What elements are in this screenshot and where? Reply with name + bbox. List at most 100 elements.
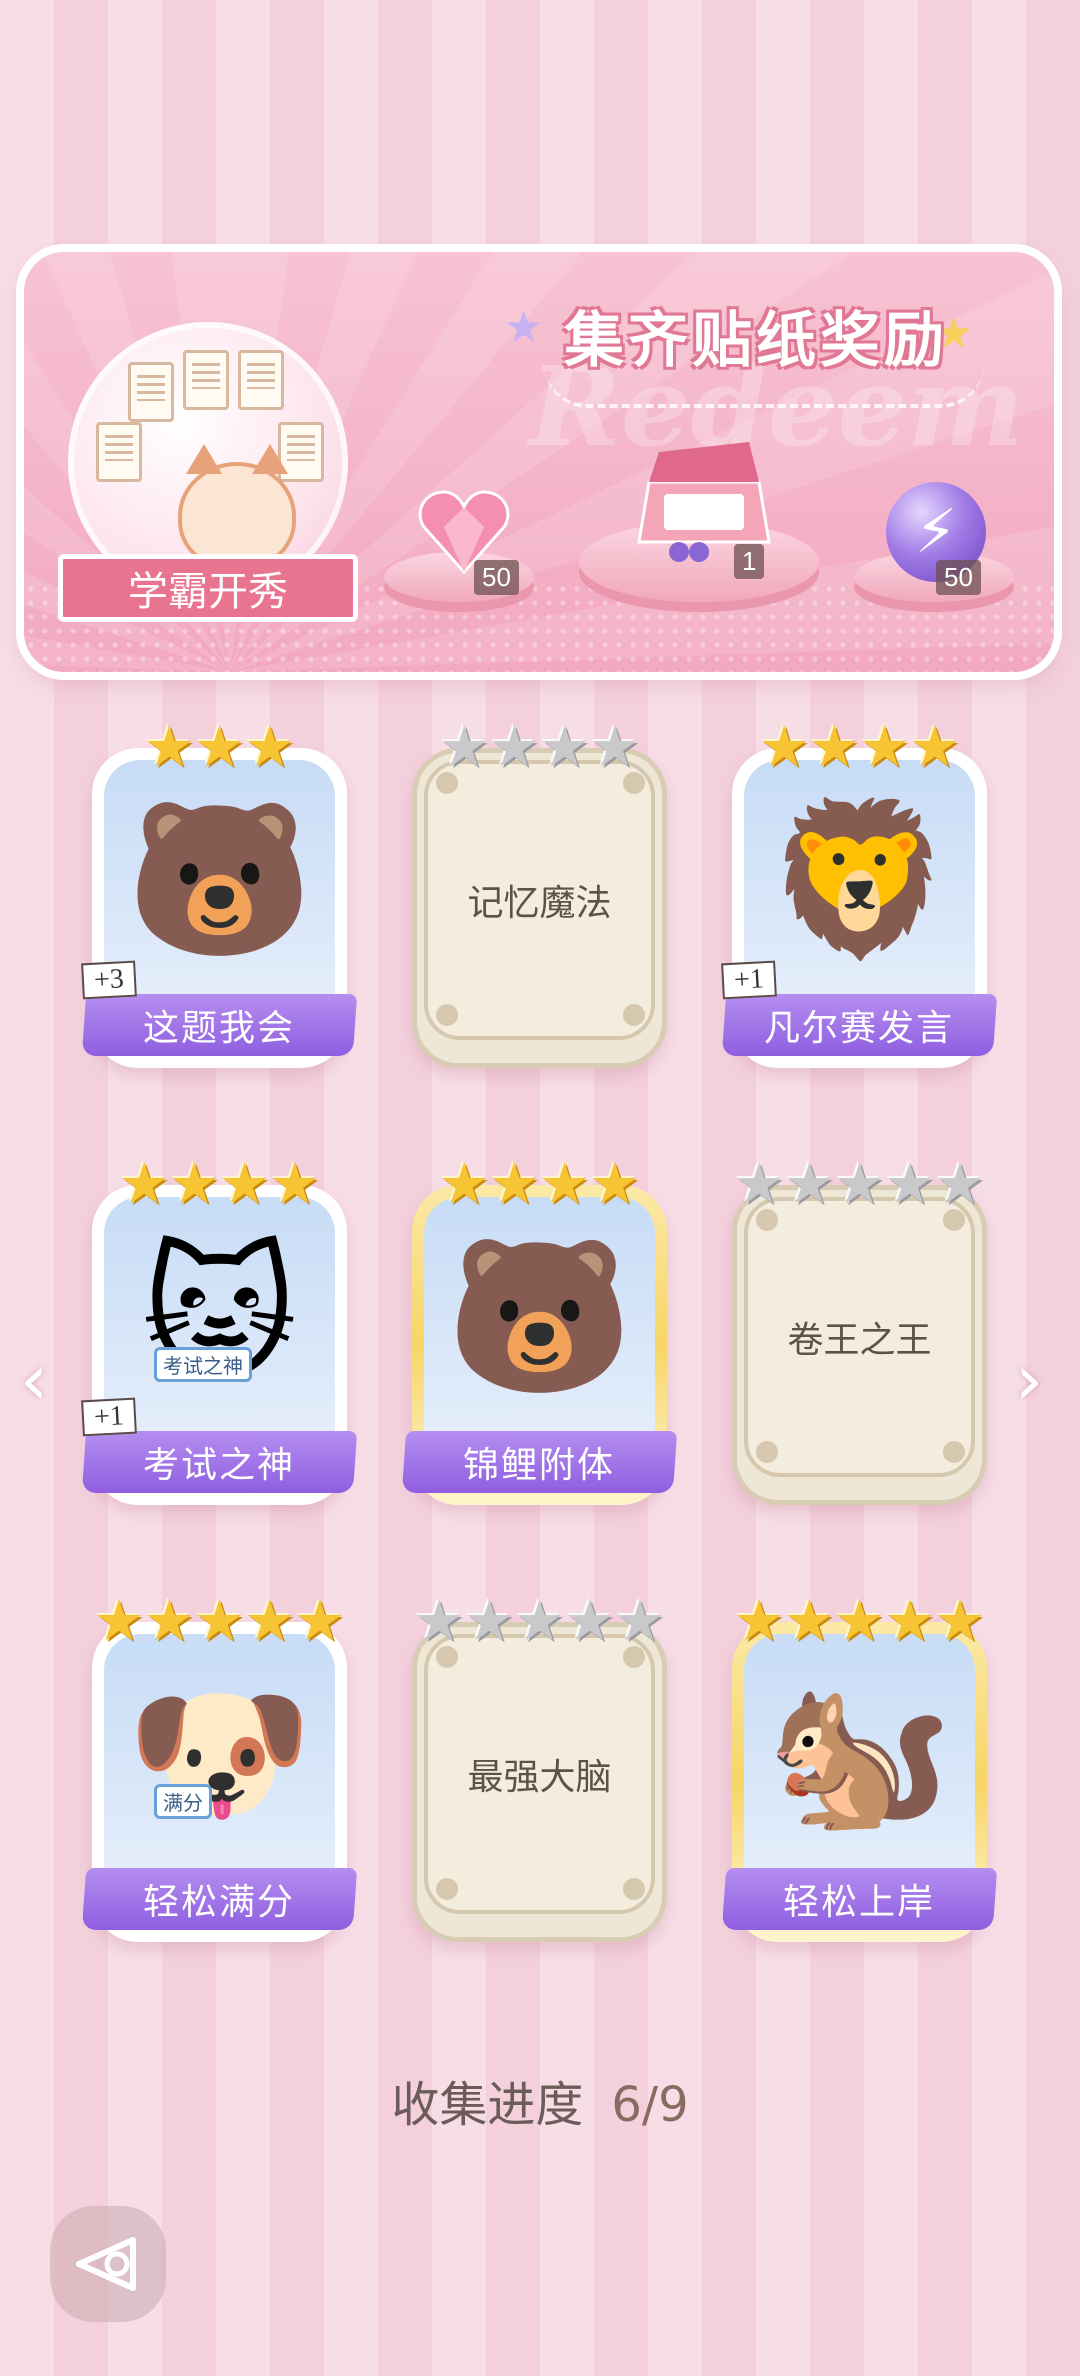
star-icon: ★ (564, 1589, 615, 1654)
sticker-card[interactable]: 🐱 考试之神 ★ ★ ★ ★ 考试之神 +1 (81, 1155, 358, 1505)
title-dashed-curve (544, 364, 984, 408)
sticker-card[interactable]: 卷王之王 ★ ★ ★ ★ ★ (732, 1155, 987, 1505)
badge-ribbon-label: 学霸开秀 (128, 570, 288, 614)
card-art: 记忆魔法 (424, 760, 655, 1040)
sticker-name-banner: 凡尔赛发言 (721, 994, 998, 1056)
star-icon: ★ (489, 715, 540, 780)
sticker-name-banner: 这题我会 (81, 994, 358, 1056)
star-icon: ★ (413, 1589, 465, 1654)
corner-ornament (436, 1004, 458, 1026)
star-rating: ★ ★ ★ ★ (92, 1155, 347, 1215)
corner-ornament (623, 1878, 645, 1900)
star-icon: ★ (834, 1152, 885, 1217)
star-icon: ★ (834, 1589, 885, 1654)
star-rating: ★ ★ ★ ★ ★ (712, 1592, 1007, 1652)
star-icon: ★ (294, 1589, 345, 1654)
sticker-sign: 满分 (154, 1784, 212, 1819)
sticker-card[interactable]: 🐶 满分 ★ ★ ★ ★ ★ 轻松满分 (81, 1592, 358, 1942)
sticker-sign: 考试之神 (154, 1347, 252, 1382)
reward-banner: Redeem ★ ★ 集齐贴纸奖励 学霸开秀 50 1 ⚡ 50 (24, 252, 1054, 672)
bear-koi-icon: 🐻 (446, 1230, 633, 1404)
star-icon: ★ (884, 1589, 935, 1654)
sticker-card[interactable]: 记忆魔法 ★ ★ ★ ★ (412, 718, 667, 1068)
star-icon: ★ (514, 1589, 565, 1654)
sticker-card[interactable]: 🐻 ★ ★ ★ ★ 锦鲤附体 (401, 1155, 678, 1505)
star-rating: ★ ★ ★ ★ (412, 718, 667, 778)
star-icon: ★ (733, 1152, 785, 1217)
star-icon: ★ (194, 715, 245, 780)
back-triangle-icon (76, 2237, 136, 2291)
locked-sticker-name: 卷王之王 (787, 1320, 932, 1360)
back-button[interactable] (50, 2206, 166, 2322)
card-art: 最强大脑 (424, 1634, 655, 1914)
star-icon: ★ (169, 1152, 220, 1217)
puppy-full-score-icon: 🐶 (126, 1667, 313, 1841)
locked-sticker-name: 最强大脑 (467, 1757, 612, 1797)
corner-ornament (436, 1878, 458, 1900)
star-rating: ★ ★ ★ (92, 718, 347, 778)
sticker-name: 凡尔赛发言 (764, 1008, 955, 1048)
sticker-name: 这题我会 (143, 1008, 296, 1048)
sticker-name: 锦鲤附体 (463, 1445, 616, 1485)
star-icon: ★ (733, 1589, 785, 1654)
star-icon: ★ (934, 1589, 985, 1654)
paper-icon (128, 362, 174, 422)
progress-label: 收集进度 (391, 2077, 584, 2133)
bear-at-desk-icon: 🐻 (126, 793, 313, 967)
sticker-name-banner: 轻松满分 (81, 1868, 358, 1930)
reward-count: 1 (734, 544, 765, 579)
chevron-right-icon[interactable]: › (1015, 1345, 1055, 1415)
sticker-card[interactable]: 🦁 ★ ★ ★ ★ 凡尔赛发言 +1 (721, 715, 998, 1068)
star-rating: ★ ★ ★ ★ ★ (712, 1155, 1007, 1215)
sticker-name: 轻松满分 (143, 1882, 296, 1922)
star-icon: ★ (809, 715, 860, 780)
sticker-name: 轻松上岸 (783, 1882, 936, 1922)
star-icon: ★ (934, 1152, 985, 1217)
star-icon: ★ (539, 715, 590, 780)
star-rating: ★ ★ ★ ★ ★ (392, 1592, 687, 1652)
corner-ornament (756, 1441, 778, 1463)
star-icon: ★ (759, 715, 810, 780)
bonus-count-tag: +1 (81, 1397, 137, 1437)
star-icon: ★ (859, 715, 910, 780)
sticker-card[interactable]: 🐻 ★ ★ ★ 这题我会 +3 (81, 718, 358, 1068)
star-icon: ★ (269, 1152, 320, 1217)
star-icon: ★ (119, 1152, 170, 1217)
star-icon: ★ (439, 715, 490, 780)
card-art: 卷王之王 (744, 1197, 975, 1477)
bonus-count-tag: +1 (721, 960, 777, 1000)
star-icon: ★ (589, 715, 640, 780)
sticker-card[interactable]: 🐿️ ★ ★ ★ ★ ★ 轻松上岸 (721, 1592, 998, 1942)
sticker-name-banner: 考试之神 (81, 1431, 358, 1493)
star-icon: ★ (589, 1152, 640, 1217)
paper-icon (238, 350, 284, 410)
star-icon: ★ (93, 1589, 145, 1654)
angel-cat-icon: 🐱 (141, 1230, 298, 1404)
reward-count: 50 (474, 560, 519, 595)
star-icon: ★ (909, 715, 960, 780)
star-rating: ★ ★ ★ ★ ★ (72, 1592, 367, 1652)
sticker-name-banner: 轻松上岸 (721, 1868, 998, 1930)
star-icon: ★ (439, 1152, 490, 1217)
star-icon: ★ (144, 1589, 195, 1654)
star-icon: ★ (884, 1152, 935, 1217)
star-icon: ★ (784, 1152, 835, 1217)
paper-icon (183, 350, 229, 410)
star-icon: ★ (144, 715, 195, 780)
star-icon: ★ (539, 1152, 590, 1217)
corner-ornament (623, 1004, 645, 1026)
star-icon: ★ (244, 1589, 295, 1654)
reward-count: 50 (936, 560, 981, 595)
sticker-name-banner: 锦鲤附体 (401, 1431, 678, 1493)
sticker-card[interactable]: 最强大脑 ★ ★ ★ ★ ★ (412, 1592, 667, 1942)
locked-sticker-name: 记忆魔法 (467, 883, 612, 923)
squirrel-graduate-icon: 🐿️ (766, 1667, 953, 1841)
star-icon: ★ (244, 715, 295, 780)
star-rating: ★ ★ ★ ★ (412, 1155, 667, 1215)
chevron-left-icon[interactable]: ‹ (20, 1345, 60, 1415)
lion-microphone-icon: 🦁 (766, 793, 953, 967)
badge-ribbon: 学霸开秀 (58, 554, 358, 622)
collection-progress: 收集进度 6/9 (0, 2065, 1080, 2135)
star-icon: ★ (489, 1152, 540, 1217)
star-icon: ★ (194, 1589, 245, 1654)
